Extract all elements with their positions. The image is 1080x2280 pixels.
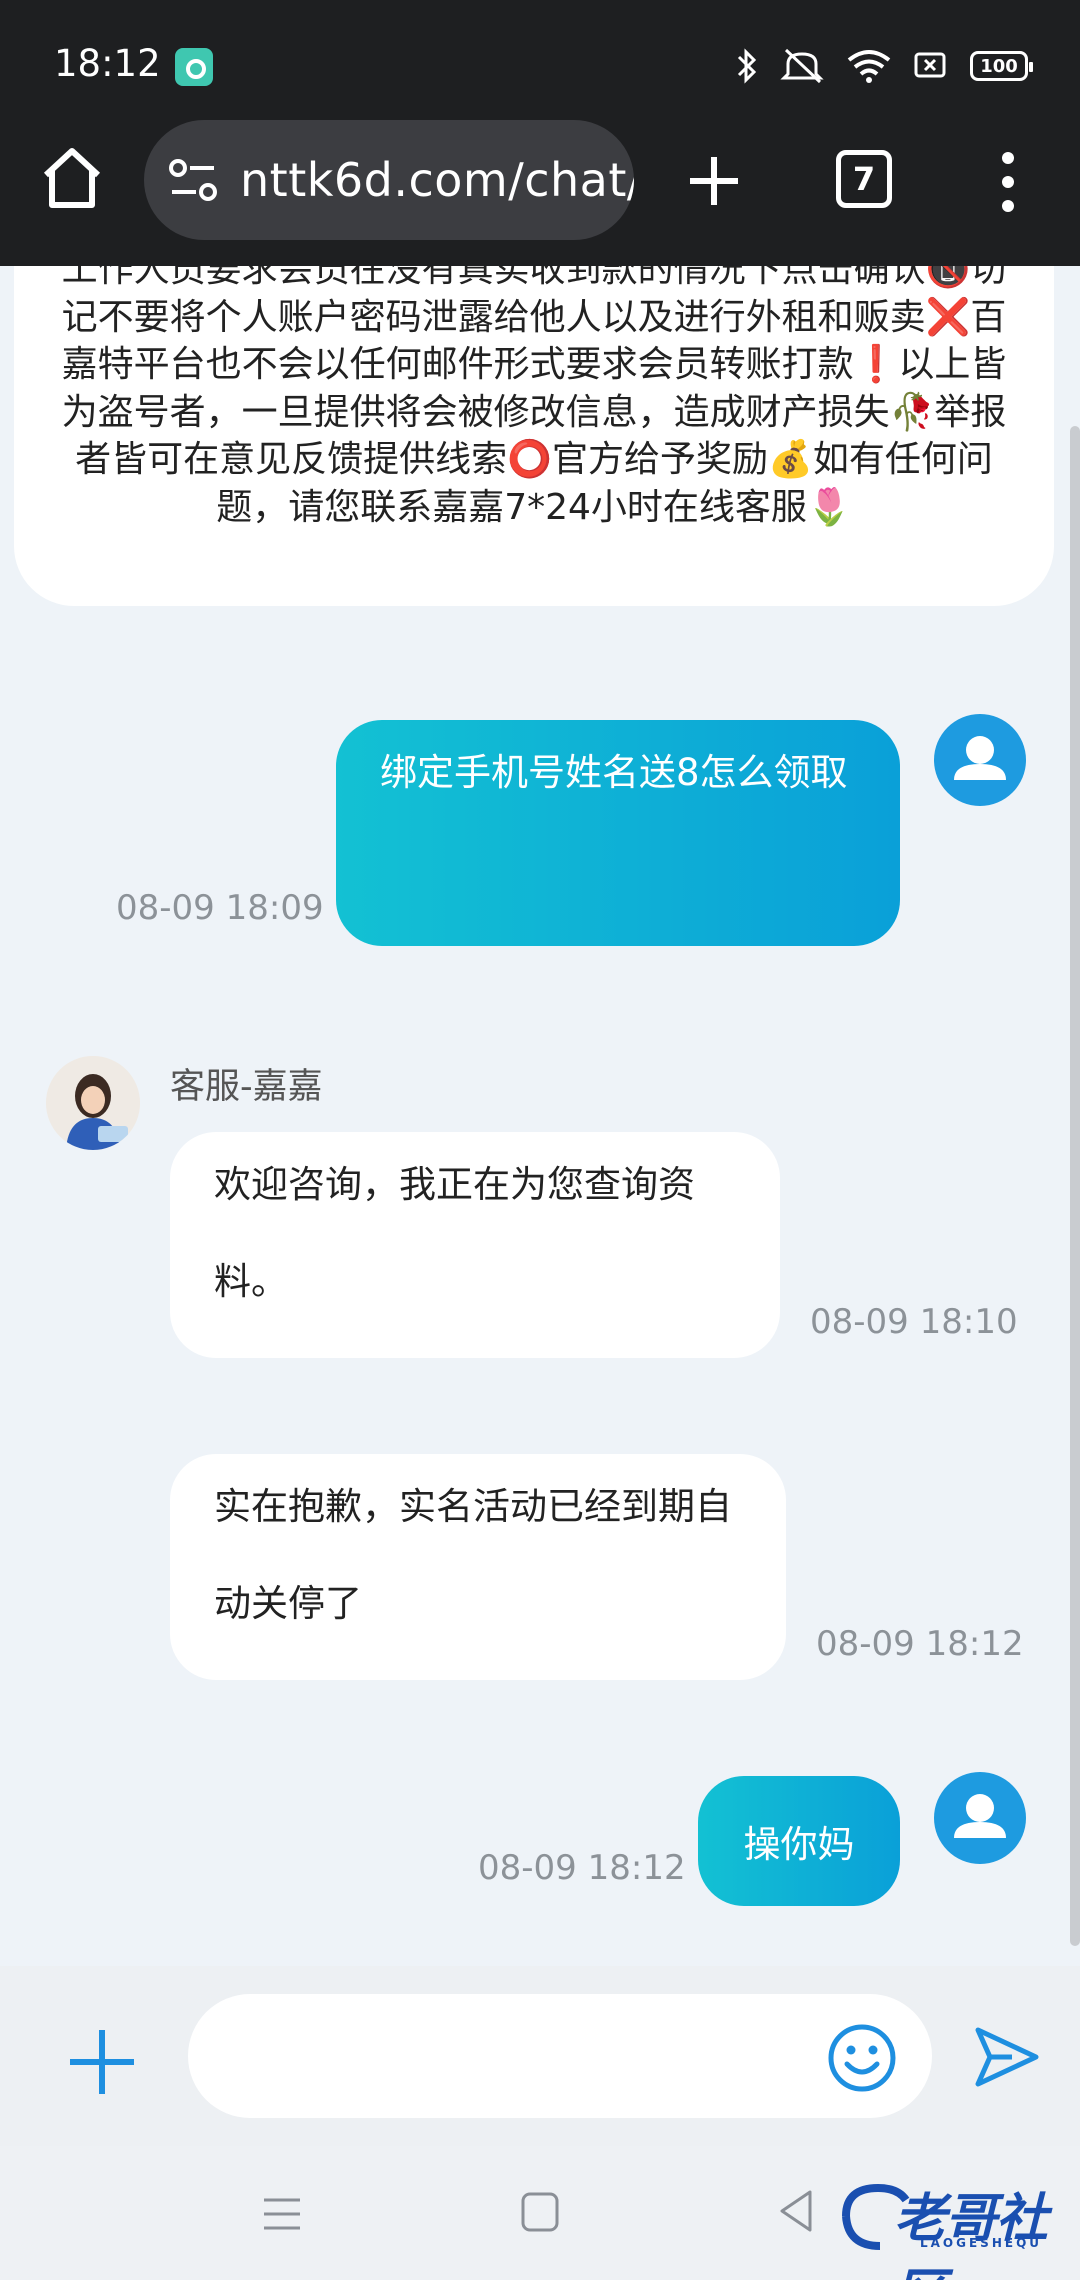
more-icon[interactable]	[996, 150, 1020, 214]
emoji-icon[interactable]	[826, 2022, 898, 2094]
agent-avatar-image	[46, 1056, 140, 1150]
message-input[interactable]	[188, 1994, 932, 2118]
user-avatar-icon	[954, 1794, 1006, 1838]
app-notification-icon	[175, 48, 213, 86]
recent-apps-icon[interactable]	[262, 2196, 302, 2232]
notice-card: 工作人员要求会员在没有真实收到款的情况下点击确认📵切记不要将个人账户密码泄露给他…	[14, 266, 1054, 606]
url-text[interactable]: nttk6d.com/chat/	[240, 153, 634, 207]
message-text: 欢迎咨询，我正在为您查询资料。	[214, 1163, 695, 1303]
message-text: 实在抱歉，实名活动已经到期自动关停了	[214, 1485, 732, 1625]
mute-icon	[780, 48, 824, 84]
home-icon[interactable]	[40, 145, 104, 211]
user-avatar[interactable]	[934, 1772, 1026, 1864]
message-time: 08-09 18:12	[816, 1624, 1024, 1664]
new-tab-icon[interactable]	[686, 153, 742, 209]
chat-area[interactable]: 工作人员要求会员在没有真实收到款的情况下点击确认📵切记不要将个人账户密码泄露给他…	[0, 266, 1080, 1966]
message-bubble-outgoing[interactable]: 操你妈	[698, 1776, 900, 1906]
tab-count: 7	[852, 160, 876, 198]
message-bubble-outgoing[interactable]: 绑定手机号姓名送8怎么领取	[336, 720, 900, 946]
scrollbar[interactable]	[1070, 426, 1080, 1946]
tabs-icon[interactable]: 7	[836, 150, 892, 208]
battery-icon: 100	[970, 51, 1033, 81]
message-bubble-incoming[interactable]: 实在抱歉，实名活动已经到期自动关停了	[170, 1454, 786, 1680]
composer	[0, 1966, 1080, 2146]
back-icon[interactable]	[776, 2188, 816, 2234]
status-bar: 18:12 100	[0, 0, 1080, 130]
message-time: 08-09 18:09	[116, 888, 324, 928]
notice-text: 工作人员要求会员在没有真实收到款的情况下点击确认📵切记不要将个人账户密码泄露给他…	[61, 266, 1007, 528]
site-settings-icon[interactable]	[168, 158, 220, 202]
agent-name: 客服-嘉嘉	[170, 1067, 323, 1107]
message-time: 08-09 18:12	[478, 1848, 686, 1888]
agent-avatar[interactable]	[46, 1056, 140, 1150]
battery-level: 100	[980, 55, 1018, 77]
bluetooth-icon	[737, 48, 757, 84]
message-bubble-incoming[interactable]: 欢迎咨询，我正在为您查询资料。	[170, 1132, 780, 1358]
status-time: 18:12	[54, 42, 161, 85]
watermark: 老哥社区 LAOGESHEQU	[836, 2176, 1076, 2280]
screen-cast-icon	[914, 52, 946, 78]
add-icon[interactable]	[66, 2026, 138, 2098]
system-home-icon[interactable]	[520, 2190, 560, 2234]
address-bar[interactable]: nttk6d.com/chat/	[144, 120, 634, 240]
watermark-text: 老哥社区	[894, 2189, 1048, 2280]
message-text: 绑定手机号姓名送8怎么领取	[380, 751, 848, 794]
status-icons: 100	[736, 46, 1033, 86]
message-text: 操你妈	[743, 1823, 855, 1866]
user-avatar-icon	[954, 736, 1006, 780]
send-icon[interactable]	[972, 2024, 1042, 2090]
user-avatar[interactable]	[934, 714, 1026, 806]
system-nav-bar: 老哥社区 LAOGESHEQU	[0, 2146, 1080, 2280]
message-time: 08-09 18:10	[810, 1302, 1018, 1342]
wifi-icon	[847, 50, 891, 83]
watermark-sub: LAOGESHEQU	[920, 2236, 1043, 2250]
